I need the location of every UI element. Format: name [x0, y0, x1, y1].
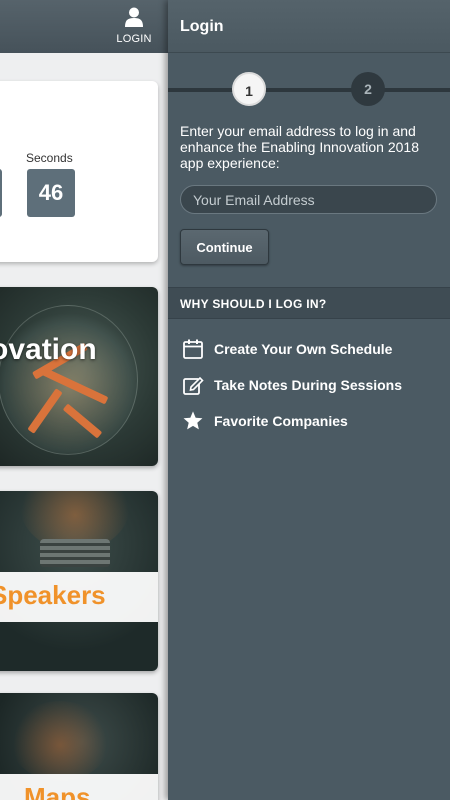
- star-icon: [180, 408, 206, 434]
- why-login-header: WHY SHOULD I LOG IN?: [168, 287, 450, 319]
- speakers-band: Speakers: [0, 572, 158, 622]
- lightbulb-image: [10, 701, 110, 781]
- event-tile[interactable]: ovation: [0, 287, 158, 466]
- bulb-socket-image: [40, 539, 110, 567]
- top-app-bar: LOGIN: [0, 0, 168, 53]
- login-intro-text: Enter your email address to log in and e…: [180, 123, 419, 171]
- countdown-seconds-label: Seconds: [26, 151, 73, 165]
- countdown-seconds-box: 46: [27, 169, 75, 217]
- speakers-tile[interactable]: Speakers: [0, 491, 158, 671]
- benefits-list: Create Your Own Schedule Take Notes Duri…: [168, 319, 450, 439]
- benefit-label: Take Notes During Sessions: [214, 377, 403, 393]
- step-2: 2: [351, 72, 385, 106]
- login-label: LOGIN: [116, 33, 152, 45]
- drawer-header: Login: [168, 0, 450, 53]
- benefit-item-notes: Take Notes During Sessions: [180, 367, 438, 403]
- user-icon: [125, 7, 143, 27]
- drawer-title: Login: [180, 18, 224, 35]
- stepper-line: [168, 88, 450, 92]
- login-stepper: 1 2: [168, 53, 450, 123]
- benefit-label: Favorite Companies: [214, 413, 348, 429]
- calendar-icon: [180, 336, 206, 362]
- benefit-label: Create Your Own Schedule: [214, 341, 393, 357]
- benefit-item-favorites: Favorite Companies: [180, 403, 438, 439]
- countdown-card: : s Seconds 46: [0, 81, 158, 262]
- email-input[interactable]: [180, 185, 437, 214]
- continue-button[interactable]: Continue: [180, 229, 269, 265]
- login-drawer: Login 1 2 Enter your email address to lo…: [168, 0, 450, 800]
- speakers-title: Speakers: [0, 580, 106, 610]
- home-screen: LOGIN : s Seconds 46 ovation Speakers Ma…: [0, 0, 168, 800]
- countdown-minutes-box: [0, 169, 2, 217]
- benefit-item-schedule: Create Your Own Schedule: [180, 331, 438, 367]
- maps-tile[interactable]: Maps: [0, 693, 158, 800]
- event-tile-title: ovation: [0, 333, 97, 366]
- maps-band: Maps: [0, 774, 158, 800]
- login-button[interactable]: LOGIN: [112, 4, 156, 48]
- edit-icon: [180, 372, 206, 398]
- step-1: 1: [232, 72, 266, 106]
- maps-title: Maps: [24, 782, 91, 800]
